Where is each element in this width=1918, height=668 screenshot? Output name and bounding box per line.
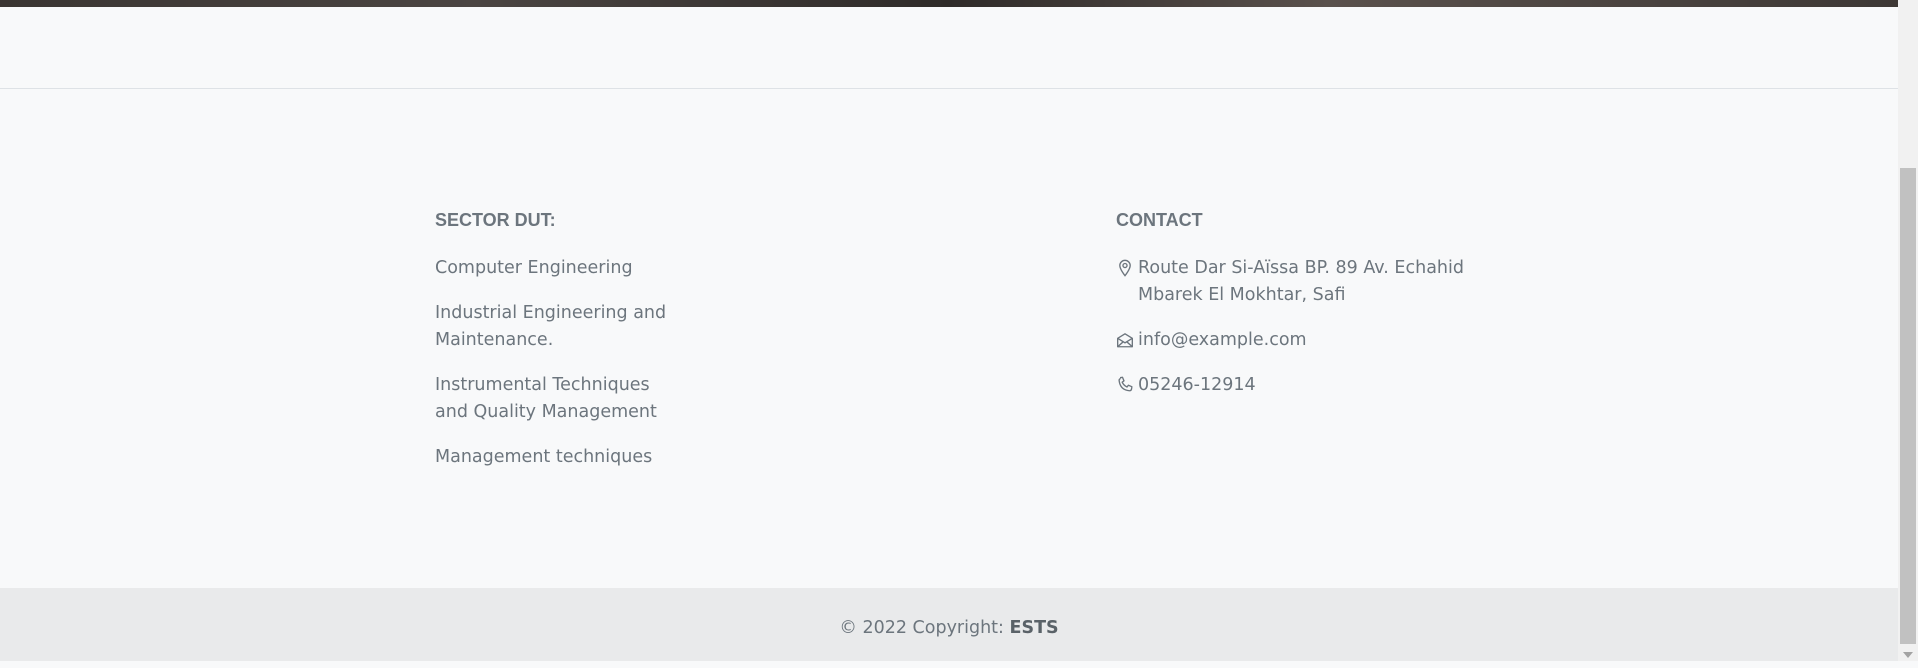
scroll-down-arrow-icon[interactable] <box>1903 652 1913 658</box>
contact-address: Route Dar Si-Aïssa BP. 89 Av. Echahid Mb… <box>1116 255 1536 309</box>
sector-link-computer-engineering[interactable]: Computer Engineering <box>435 255 680 282</box>
list-item: Computer Engineering <box>435 255 735 282</box>
scrollbar-thumb[interactable] <box>1900 168 1916 644</box>
phone-text[interactable]: 05246-12914 <box>1138 372 1256 399</box>
list-item: Instrumental Techniques and Quality Mana… <box>435 372 735 426</box>
email-text[interactable]: info@example.com <box>1138 327 1307 354</box>
contact-email: info@example.com <box>1116 327 1536 354</box>
list-item: Industrial Engineering and Maintenance. <box>435 300 735 354</box>
contact-column: CONTACT Route Dar Si-Aïssa BP. 89 Av. Ec… <box>1116 208 1536 417</box>
copyright-brand-link[interactable]: ESTS <box>1010 618 1059 638</box>
copyright-bar: © 2022 Copyright: ESTS <box>0 588 1898 661</box>
page: SECTOR DUT: Computer Engineering Industr… <box>0 0 1898 661</box>
sector-links: Computer Engineering Industrial Engineer… <box>435 255 735 471</box>
sector-link-instrumental-techniques[interactable]: Instrumental Techniques and Quality Mana… <box>435 372 680 426</box>
sector-column: SECTOR DUT: Computer Engineering Industr… <box>435 208 735 489</box>
location-pin-icon <box>1116 259 1134 277</box>
contact-phone: 05246-12914 <box>1116 372 1536 399</box>
envelope-icon <box>1116 331 1134 349</box>
hero-image-bottom-edge <box>0 0 1898 7</box>
copyright-text: © 2022 Copyright: <box>839 618 1010 638</box>
vertical-scrollbar[interactable] <box>1898 0 1918 661</box>
phone-icon <box>1116 376 1134 394</box>
address-text: Route Dar Si-Aïssa BP. 89 Av. Echahid Mb… <box>1138 258 1464 305</box>
sector-link-industrial-engineering[interactable]: Industrial Engineering and Maintenance. <box>435 300 680 354</box>
section-divider <box>0 88 1898 89</box>
contact-heading: CONTACT <box>1116 210 1203 230</box>
sector-link-management-techniques[interactable]: Management techniques <box>435 444 680 471</box>
sector-heading: SECTOR DUT: <box>435 210 556 230</box>
list-item: Management techniques <box>435 444 735 471</box>
